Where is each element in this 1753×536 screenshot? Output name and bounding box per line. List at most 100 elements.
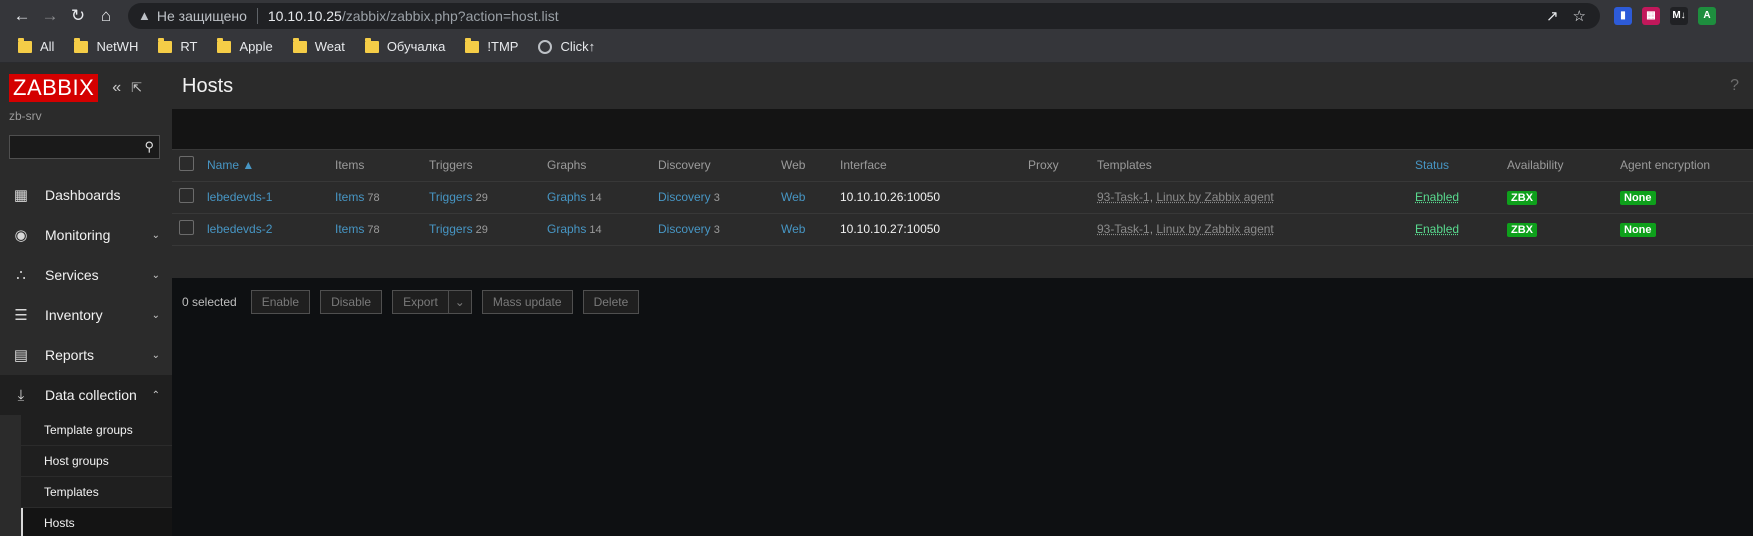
menu-item-reports[interactable]: ▤ Reports ⌄: [0, 335, 172, 375]
export-dropdown-icon[interactable]: ⌄: [448, 289, 472, 314]
host-name-link[interactable]: lebedevds-2: [207, 222, 272, 236]
disable-button[interactable]: Disable: [320, 289, 383, 314]
column-status[interactable]: Status: [1415, 158, 1449, 172]
bookmark-netwh[interactable]: NetWH: [66, 35, 146, 59]
chevron-down-icon: ⌄: [151, 269, 160, 281]
table-row: lebedevds-1 Items 78 Triggers 29 Graphs 14 …: [172, 181, 1753, 214]
web-link[interactable]: Web: [781, 222, 805, 236]
submenu-template-groups[interactable]: Template groups: [21, 415, 172, 446]
column-templates: Templates: [1097, 150, 1415, 182]
menu-item-monitoring[interactable]: ◉ Monitoring ⌄: [0, 215, 172, 255]
folder-icon: [74, 37, 89, 53]
discovery-count: 3: [713, 224, 720, 236]
forward-icon[interactable]: →: [36, 2, 64, 30]
availability-badge: ZBX: [1507, 190, 1537, 205]
back-icon[interactable]: ←: [8, 2, 36, 30]
menu-item-data-collection[interactable]: ⤓ Data collection ⌃: [0, 375, 172, 415]
column-graphs: Graphs: [547, 150, 658, 182]
kiosk-mode-icon[interactable]: ⇱: [131, 80, 142, 96]
submenu-hosts[interactable]: Hosts: [21, 508, 172, 536]
menu-item-inventory[interactable]: ☰ Inventory ⌄: [0, 295, 172, 335]
search-icon[interactable]: ⚲: [144, 139, 154, 155]
host-name-link[interactable]: lebedevds-1: [207, 190, 272, 204]
folder-icon: [217, 37, 232, 53]
status-toggle[interactable]: Enabled: [1415, 222, 1459, 236]
folder-icon: [18, 37, 32, 53]
discovery-link[interactable]: Discovery: [658, 190, 711, 204]
column-discovery: Discovery: [658, 150, 781, 182]
folder-icon: [364, 37, 379, 53]
graphs-link[interactable]: Graphs: [547, 222, 586, 236]
template-link[interactable]: 93-Task-1: [1097, 222, 1150, 236]
help-icon[interactable]: ?: [1730, 77, 1739, 95]
availability-badge: ZBX: [1507, 222, 1537, 237]
table-header-row: Name ▲ Items Triggers Graphs Discovery W…: [172, 150, 1753, 182]
web-link[interactable]: Web: [781, 190, 805, 204]
row-checkbox[interactable]: [179, 220, 194, 235]
collapse-sidebar-icon[interactable]: «: [112, 79, 121, 97]
export-button[interactable]: Export: [392, 289, 449, 314]
chevron-down-icon: ⌄: [151, 349, 160, 361]
list-icon: ☰: [14, 307, 28, 324]
row-checkbox[interactable]: [179, 188, 194, 203]
chevron-down-icon: ⌄: [151, 309, 160, 321]
bookmark-obuchalka[interactable]: Обучалка: [357, 35, 454, 59]
warning-icon: ▲: [138, 8, 151, 23]
column-web: Web: [781, 150, 840, 182]
template-link[interactable]: Linux by Zabbix agent: [1156, 190, 1273, 204]
bookmark-tmp[interactable]: !TMP: [457, 35, 526, 59]
bookmark-all[interactable]: All: [10, 35, 62, 59]
sidebar-search-input[interactable]: ⚲: [9, 135, 160, 159]
items-link[interactable]: Items: [335, 222, 364, 236]
delete-button[interactable]: Delete: [582, 289, 640, 314]
download-icon: ⤓: [17, 386, 25, 404]
main-menu: ▦ Dashboards ◉ Monitoring ⌄ ∴ Services ⌄…: [0, 175, 172, 536]
page-title: Hosts: [182, 74, 234, 97]
graphs-link[interactable]: Graphs: [547, 190, 586, 204]
extension-shield-icon[interactable]: ▮: [1614, 6, 1632, 25]
table-footer: [172, 246, 1753, 278]
menu-item-services[interactable]: ∴ Services ⌄: [0, 255, 172, 295]
url-host: 10.10.10.25: [267, 7, 342, 24]
bookmark-click[interactable]: Click↑: [530, 35, 603, 59]
reload-icon[interactable]: ↻: [64, 2, 92, 30]
proxy-value: [1028, 213, 1097, 246]
template-link[interactable]: 93-Task-1: [1097, 190, 1150, 204]
status-toggle[interactable]: Enabled: [1415, 190, 1459, 204]
mass-update-button[interactable]: Mass update: [481, 289, 573, 314]
column-proxy: Proxy: [1028, 150, 1097, 182]
extension-grid-icon[interactable]: ▦: [1642, 6, 1660, 25]
globe-icon: [538, 39, 553, 54]
select-all-checkbox[interactable]: [179, 156, 194, 172]
bookmark-weat[interactable]: Weat: [285, 35, 353, 59]
items-count: 78: [367, 224, 380, 236]
zabbix-logo[interactable]: ZABBIX: [9, 74, 99, 102]
enable-button[interactable]: Enable: [250, 289, 311, 314]
interface-value: 10.10.10.27:10050: [840, 213, 1028, 246]
main-content: Hosts ? Name ▲ Items Triggers Graphs Dis…: [172, 63, 1753, 536]
discovery-link[interactable]: Discovery: [658, 222, 711, 236]
extension-markdown-icon[interactable]: M↓: [1670, 6, 1688, 25]
url-path: /zabbix/zabbix.php?action=host.list: [341, 7, 559, 24]
bookmark-apple[interactable]: Apple: [209, 35, 280, 59]
items-link[interactable]: Items: [335, 190, 364, 204]
chevron-up-icon: ⌃: [151, 389, 160, 401]
triggers-link[interactable]: Triggers: [429, 222, 473, 236]
triggers-link[interactable]: Triggers: [429, 190, 473, 204]
bookmark-rt[interactable]: RT: [150, 35, 205, 59]
star-icon[interactable]: ☆: [1573, 7, 1586, 25]
share-icon[interactable]: ↗: [1546, 7, 1559, 25]
extension-translate-icon[interactable]: A: [1698, 6, 1716, 25]
column-triggers: Triggers: [429, 150, 547, 182]
template-link[interactable]: Linux by Zabbix agent: [1156, 222, 1273, 236]
column-name[interactable]: Name ▲: [207, 158, 254, 172]
address-bar[interactable]: ▲ Не защищено 10.10.10.25 /zabbix/zabbix…: [128, 2, 1600, 29]
encryption-badge: None: [1620, 222, 1656, 237]
page-header: Hosts ?: [172, 63, 1753, 109]
triggers-count: 29: [475, 192, 488, 204]
home-icon[interactable]: ⌂: [92, 2, 120, 30]
hosts-table: Name ▲ Items Triggers Graphs Discovery W…: [172, 149, 1753, 278]
submenu-templates[interactable]: Templates: [21, 477, 172, 508]
submenu-host-groups[interactable]: Host groups: [21, 446, 172, 477]
menu-item-dashboards[interactable]: ▦ Dashboards: [0, 175, 172, 215]
